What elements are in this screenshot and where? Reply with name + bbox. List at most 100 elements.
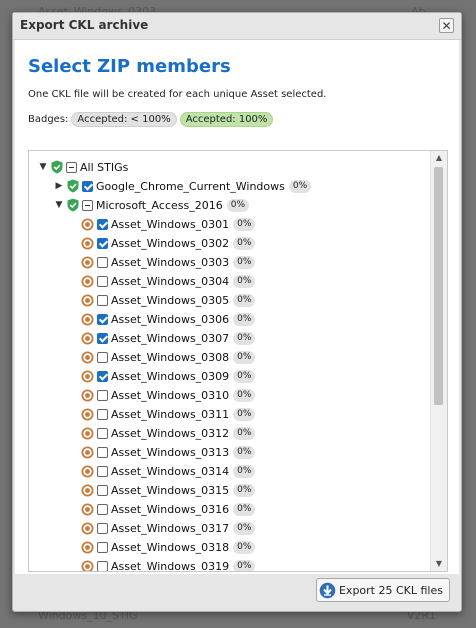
checkbox-asset[interactable] [97,313,108,325]
target-icon [81,408,94,420]
tree-node-label: Asset_Windows_0306 [111,312,230,326]
target-icon [81,560,94,571]
checkbox-asset[interactable] [97,427,108,439]
tree-node-label: Google_Chrome_Current_Windows [96,179,285,193]
tree-node-asset[interactable]: Asset_Windows_0313 0% [81,443,256,461]
tree-node-label: Asset_Windows_0314 [111,464,230,478]
percent-badge: 0% [233,521,256,535]
checkbox-asset[interactable] [97,465,108,477]
target-icon [81,332,94,344]
export-button-label: Export 25 CKL files [338,583,443,597]
target-icon [81,446,94,458]
target-icon [81,484,94,496]
tree-node-label: Asset_Windows_0311 [111,407,230,421]
checkbox-asset[interactable] [97,275,108,287]
checkbox-asset[interactable] [97,484,108,496]
tree-node-asset[interactable]: Asset_Windows_0316 0% [81,500,256,518]
tree-node-asset[interactable]: Asset_Windows_0308 0% [81,348,256,366]
target-icon [81,522,94,534]
tree-node-asset[interactable]: Asset_Windows_0307 0% [81,329,256,347]
badge-review: Accepted: < 100% [71,112,177,127]
shield-check-icon [67,198,79,212]
checkbox-asset[interactable] [97,332,108,344]
tree-node-asset[interactable]: Asset_Windows_0305 0% [81,291,256,309]
scroll-up-icon[interactable]: ▲ [431,151,447,165]
checkbox-asset[interactable] [97,503,108,515]
target-icon [81,313,94,325]
badges-label: Badges: [28,114,69,125]
percent-badge: 0% [233,388,256,402]
tree-node-asset[interactable]: Asset_Windows_0317 0% [81,519,256,537]
shield-check-icon [67,179,79,193]
expand-arrow-icon[interactable]: ▼ [37,161,49,173]
checkbox-asset[interactable] [97,389,108,401]
expand-arrow-icon[interactable]: ▶ [53,180,65,192]
tree-node-asset[interactable]: Asset_Windows_0306 0% [81,310,256,328]
target-icon [81,218,94,230]
checkbox-all-stigs[interactable] [66,161,77,173]
checkbox-asset[interactable] [97,256,108,268]
tree-node-stig[interactable]: ▼ Microsoft_Access_2016 0% [53,196,249,214]
tree-node-asset[interactable]: Asset_Windows_0314 0% [81,462,256,480]
checkbox-asset[interactable] [97,218,108,230]
scroll-down-icon[interactable]: ▼ [431,557,447,571]
tree-node-asset[interactable]: Asset_Windows_0303 0% [81,253,256,271]
tree-node-asset[interactable]: Asset_Windows_0301 0% [81,215,256,233]
target-icon [81,541,94,553]
checkbox-asset[interactable] [97,560,108,571]
tree-node-label: Asset_Windows_0308 [111,350,230,364]
tree-node-label: Asset_Windows_0303 [111,255,230,269]
scrollbar-thumb[interactable] [434,167,443,405]
zip-members-tree[interactable]: ▼ All STIGs ▶ Google_Chrome_Current_Wind… [28,150,448,572]
percent-badge: 0% [233,312,256,326]
tree-node-label: Asset_Windows_0310 [111,388,230,402]
tree-node-asset[interactable]: Asset_Windows_0311 0% [81,405,256,423]
checkbox-asset[interactable] [97,237,108,249]
close-button[interactable]: ✕ [439,18,454,33]
tree-node-asset[interactable]: Asset_Windows_0302 0% [81,234,256,252]
dialog-titlebar: Export CKL archive ✕ [13,13,461,40]
tree-node-asset[interactable]: Asset_Windows_0319 0% [81,557,256,571]
tree-node-asset[interactable]: Asset_Windows_0318 0% [81,538,256,556]
tree-node-label: Asset_Windows_0309 [111,369,230,383]
target-icon [81,465,94,477]
tree-scrollbar[interactable]: ▲ ▼ [430,151,447,571]
tree-node-label: Asset_Windows_0316 [111,502,230,516]
tree-node-stig[interactable]: ▶ Google_Chrome_Current_Windows 0% [53,177,312,195]
tree-node-label: Asset_Windows_0317 [111,521,230,535]
tree-node-asset[interactable]: Asset_Windows_0309 0% [81,367,256,385]
checkbox-asset[interactable] [97,541,108,553]
checkbox-asset[interactable] [97,522,108,534]
target-icon [81,370,94,382]
percent-badge: 0% [233,445,256,459]
percent-badge: 0% [233,559,256,571]
checkbox-stig[interactable] [82,199,93,211]
checkbox-asset[interactable] [97,351,108,363]
tree-node-label: Asset_Windows_0312 [111,426,230,440]
target-icon [81,237,94,249]
tree-node-asset[interactable]: Asset_Windows_0310 0% [81,386,256,404]
checkbox-asset[interactable] [97,446,108,458]
tree-node-label: Asset_Windows_0313 [111,445,230,459]
target-icon [81,503,94,515]
checkbox-asset[interactable] [97,370,108,382]
download-icon [319,582,336,598]
export-button[interactable]: Export 25 CKL files [315,578,450,602]
description: One CKL file will be created for each un… [28,89,327,100]
tree-node-label: All STIGs [80,160,129,174]
export-ckl-dialog: Export CKL archive ✕ Select ZIP members … [12,12,462,612]
target-icon [81,389,94,401]
tree-node-all-stigs[interactable]: ▼ All STIGs [37,158,128,176]
tree-node-asset[interactable]: Asset_Windows_0315 0% [81,481,256,499]
percent-badge: 0% [233,483,256,497]
tree-node-label: Asset_Windows_0301 [111,217,230,231]
checkbox-stig[interactable] [82,180,93,192]
close-icon[interactable]: ✕ [441,19,451,33]
checkbox-asset[interactable] [97,294,108,306]
checkbox-asset[interactable] [97,408,108,420]
percent-badge: 0% [233,350,256,364]
tree-node-label: Asset_Windows_0307 [111,331,230,345]
tree-node-asset[interactable]: Asset_Windows_0312 0% [81,424,256,442]
tree-node-asset[interactable]: Asset_Windows_0304 0% [81,272,256,290]
expand-arrow-icon[interactable]: ▼ [53,199,65,211]
